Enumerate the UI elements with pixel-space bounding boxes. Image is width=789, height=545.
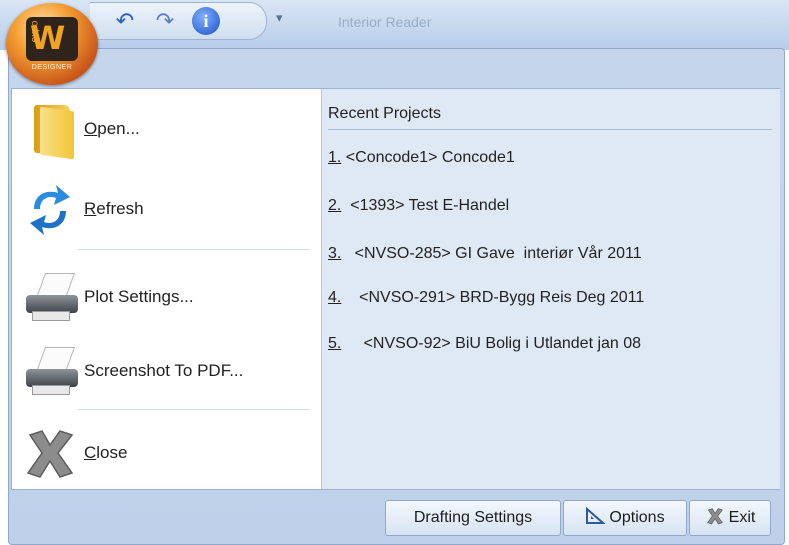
- drafting-settings-button[interactable]: Drafting Settings: [385, 500, 561, 536]
- exit-label: Exit: [728, 509, 756, 526]
- window-title: Interior Reader: [338, 14, 432, 30]
- logo-bottom-text: DESIGNER: [31, 64, 73, 71]
- menu-commands: Open... Refresh Plot Settings... Screens…: [12, 89, 320, 489]
- drafting-settings-label: Drafting Settings: [413, 509, 533, 526]
- logo-letter: W: [30, 19, 66, 57]
- close-icon: [20, 423, 80, 483]
- quick-access-toolbar: ↶ ↷ i: [90, 2, 267, 40]
- application-menu-button[interactable]: expo W DESIGNER: [6, 3, 98, 85]
- refresh-icon: [20, 179, 80, 239]
- menu-item-screenshot-to-pdf[interactable]: Screenshot To PDF...: [20, 341, 320, 401]
- menu-item-plot-settings[interactable]: Plot Settings...: [20, 267, 320, 327]
- redo-icon[interactable]: ↷: [150, 6, 180, 36]
- menu-separator: [78, 409, 310, 410]
- printer-icon: [20, 267, 80, 327]
- exit-button[interactable]: Exit: [689, 500, 771, 536]
- menu-separator: [78, 249, 310, 250]
- customize-toolbar-button[interactable]: ▾: [276, 10, 283, 26]
- triangle-ruler-icon: [585, 506, 607, 530]
- recent-projects-title: Recent Projects: [328, 105, 441, 122]
- menu-item-label: Screenshot To PDF...: [84, 361, 244, 380]
- recent-projects-panel: Recent Projects 1. <Concode1> Concode1 2…: [321, 89, 780, 489]
- title-bar: ↶ ↷ i ▾ Interior Reader: [0, 0, 789, 50]
- menu-item-refresh[interactable]: Refresh: [20, 179, 320, 239]
- folder-icon: [20, 99, 80, 160]
- menu-item-open[interactable]: Open...: [20, 99, 320, 160]
- printer-icon: [20, 341, 80, 401]
- menu-item-label: Refresh: [84, 199, 144, 218]
- logo-icon: expo W: [26, 17, 78, 61]
- menu-item-label: Close: [84, 443, 128, 462]
- undo-icon[interactable]: ↶: [110, 6, 140, 36]
- recent-project-item[interactable]: 5. <NVSO-92> BiU Bolig i Utlandet jan 08: [328, 335, 641, 353]
- menu-item-label: Plot Settings...: [84, 287, 194, 306]
- menu-item-label: Open...: [84, 119, 140, 138]
- recent-project-item[interactable]: 2. <1393> Test E-Handel: [328, 197, 509, 215]
- recent-projects-divider: [328, 129, 772, 130]
- recent-project-item[interactable]: 3. <NVSO-285> GI Gave interiør Vår 2011: [328, 245, 642, 263]
- options-button[interactable]: Options: [563, 500, 687, 536]
- menu-item-close[interactable]: Close: [20, 423, 320, 483]
- close-icon: [705, 506, 725, 531]
- menu-footer: Drafting Settings Options Exit: [11, 490, 778, 540]
- options-label: Options: [609, 509, 665, 526]
- application-menu-panel: Open... Refresh Plot Settings... Screens…: [11, 88, 780, 490]
- recent-project-item[interactable]: 4. <NVSO-291> BRD-Bygg Reis Deg 2011: [328, 289, 644, 307]
- recent-project-item[interactable]: 1. <Concode1> Concode1: [328, 149, 515, 167]
- info-icon[interactable]: i: [192, 7, 220, 35]
